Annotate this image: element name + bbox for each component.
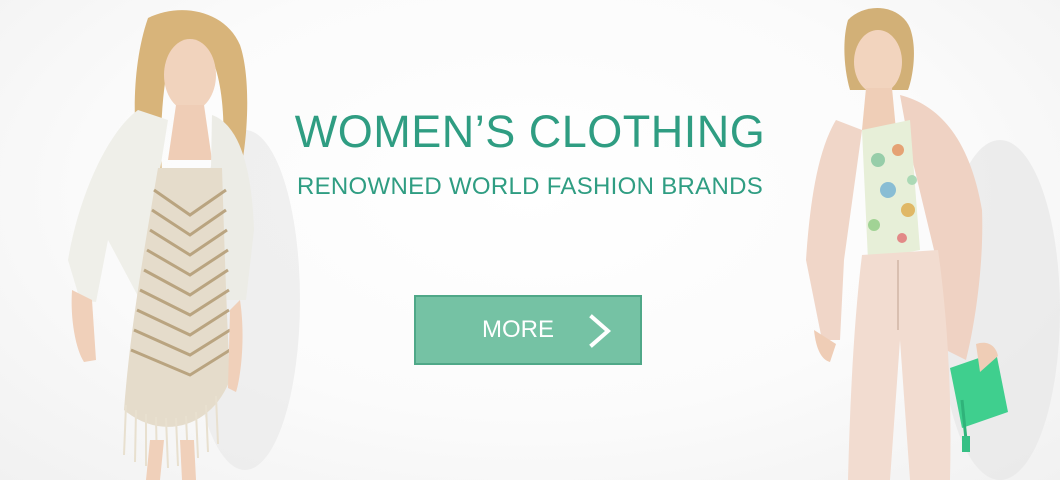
model-photo-left [68,10,300,480]
model-photo-right [806,8,1060,480]
subheadline: RENOWNED WORLD FASHION BRANDS [296,173,764,200]
headline-text: WOMEN’S CLOTHING [294,106,766,157]
more-button[interactable]: MORE [414,295,642,365]
more-button-label: MORE [482,316,554,343]
chevron-right-icon [589,314,612,348]
promo-banner[interactable]: WOMEN’S CLOTHING RENOWNED WORLD FASHION … [0,0,1060,480]
headline: WOMEN’S CLOTHING [0,104,1060,160]
